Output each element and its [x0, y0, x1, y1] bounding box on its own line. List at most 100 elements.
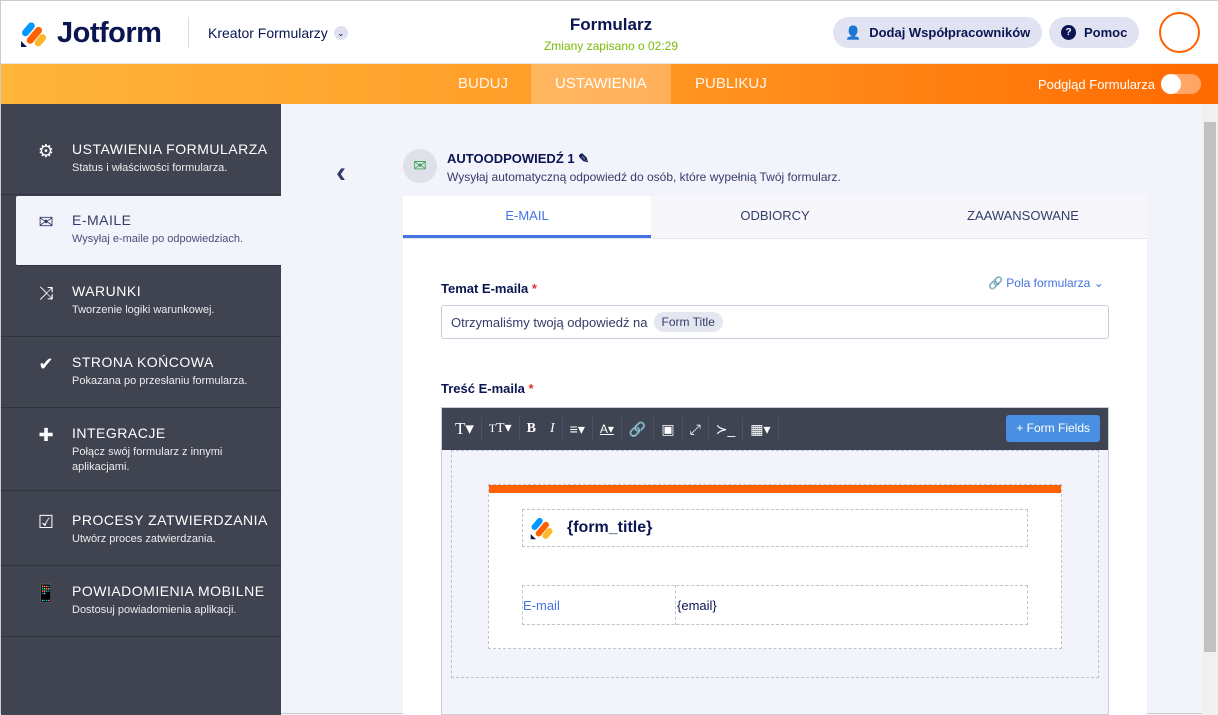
item-desc: Tworzenie logiki warunkowej.: [72, 304, 215, 316]
form-title-chip[interactable]: Form Title: [653, 312, 723, 332]
align-icon[interactable]: ≡▾: [563, 417, 593, 441]
mobile-icon: 📱: [34, 583, 58, 603]
chevron-down-icon: ⌄: [1093, 276, 1104, 290]
content-label: Treść E-maila *: [441, 381, 534, 396]
form-preview-toggle[interactable]: Podgląd Formularza: [1038, 64, 1201, 104]
font-icon[interactable]: T▾: [448, 417, 482, 441]
toggle-switch[interactable]: [1161, 74, 1201, 94]
item-desc: Status i właściwości formularza.: [72, 162, 228, 174]
preview-label: Podgląd Formularza: [1037, 76, 1155, 92]
form-title[interactable]: Formularz: [521, 15, 701, 35]
brand-name: Jotform: [57, 17, 162, 49]
sidebar-item-conditions[interactable]: ⤨ WARUNKI Tworzenie logiki warunkowej.: [1, 267, 281, 337]
approval-icon: ☑: [37, 512, 55, 532]
bold-icon[interactable]: B: [520, 417, 543, 441]
autoresponder-desc: Wysyłaj automatyczną odpowiedź do osób, …: [447, 170, 841, 184]
help-icon: ?: [1061, 25, 1076, 40]
envelope-icon: ✉: [403, 149, 437, 183]
avatar[interactable]: [1159, 12, 1200, 53]
item-title: E-MAILE: [72, 212, 132, 228]
check-circle-icon: ✔: [38, 354, 54, 374]
editor-toolbar: T▾ TT▾ B I ≡▾ A▾ 🔗 ▣ ⤢ ≻_ ▦▾ + Form Fiel…: [442, 408, 1108, 450]
orange-stripe: [489, 485, 1061, 493]
table-icon[interactable]: ▦▾: [743, 417, 779, 441]
sidebar-item-integrations[interactable]: ✚ INTEGRACJE Połącz swój formularz z innym…: [1, 409, 281, 491]
form-fields-button[interactable]: + Form Fields: [1006, 415, 1100, 442]
save-status: Zmiany zapisano o 02:29: [543, 39, 679, 53]
fields-link-label: Pola formularza: [1006, 276, 1091, 290]
shuffle-icon: ⤨: [38, 283, 54, 303]
sidebar-item-thank-you[interactable]: ✔ STRONA KOŃCOWA Pokazana po przesłaniu fo…: [1, 338, 281, 408]
email-editor[interactable]: T▾ TT▾ B I ≡▾ A▾ 🔗 ▣ ⤢ ≻_ ▦▾ + Form Fiel…: [441, 407, 1109, 715]
tab-build[interactable]: BUDUJ: [434, 64, 532, 104]
help-label: Pomoc: [1084, 25, 1128, 40]
tab-advanced[interactable]: ZAAWANSOWANE: [899, 196, 1147, 238]
subject-text: Otrzymaliśmy twoją odpowiedź na: [451, 314, 648, 330]
sidebar-item-approvals[interactable]: ☑ PROCESY ZATWIERDZANIA Utwórz proces zatw…: [1, 496, 281, 566]
collab-label: Dodaj Współpracowników: [869, 25, 1031, 40]
item-title: STRONA KOŃCOWA: [72, 354, 214, 370]
puzzle-icon: ✚: [38, 425, 54, 445]
email-tabs: E-MAIL ODBIORCY ZAAWANSOWANE: [403, 196, 1147, 239]
item-desc: Utwórz proces zatwierdzania.: [72, 533, 216, 545]
help-button[interactable]: ? Pomoc: [1049, 17, 1140, 48]
email-card: E-MAIL ODBIORCY ZAAWANSOWANE Temat E-mai…: [403, 196, 1147, 715]
item-desc: Wysyłaj e-maile po odpowiedziach.: [72, 233, 244, 245]
editor-body[interactable]: {form_title} E-mail {email}: [442, 450, 1108, 714]
add-collaborators-button[interactable]: 👤 Dodaj Współpracowników: [833, 17, 1043, 48]
jotform-logo[interactable]: Jotform: [19, 17, 162, 50]
autoresponder-title[interactable]: AUTOODPOWIEDŹ 1 ✎: [447, 151, 589, 167]
jotform-logo-icon: [529, 514, 555, 547]
field-value: {email}: [677, 598, 717, 613]
item-desc: Połącz swój formularz z innymi aplikacja…: [72, 446, 223, 473]
expand-icon[interactable]: ⤢: [683, 417, 709, 441]
text-color-icon[interactable]: A▾: [593, 417, 622, 441]
tab-email[interactable]: E-MAIL: [403, 196, 651, 238]
sidebar-item-mobile[interactable]: 📱 POWIADOMIENIA MOBILNE Dostosuj powiadomi…: [1, 567, 281, 637]
subject-input[interactable]: Otrzymaliśmy twoją odpowiedź na Form Titl…: [441, 305, 1109, 339]
scrollbar-thumb[interactable]: [1204, 122, 1216, 652]
label-text: Temat E-maila: [441, 281, 529, 296]
item-title: WARUNKI: [72, 283, 142, 299]
email-template: {form_title} E-mail {email}: [488, 484, 1062, 649]
font-size-icon[interactable]: TT▾: [482, 417, 520, 441]
sidebar-item-form-settings[interactable]: ⚙ USTAWIENIA FORMULARZA Status i właściwoś…: [1, 125, 281, 195]
chevron-down-icon: ⌄: [333, 26, 348, 40]
image-icon[interactable]: ▣: [654, 417, 683, 441]
item-title: PROCESY ZATWIERDZANIA: [72, 512, 268, 528]
tab-recipients[interactable]: ODBIORCY: [651, 196, 899, 238]
builder-dropdown[interactable]: Kreator Formularzy ⌄: [208, 25, 348, 41]
top-header: Jotform Kreator Formularzy ⌄ Formularz Zm…: [1, 1, 1218, 64]
tab-publish[interactable]: PUBLIKUJ: [671, 64, 791, 104]
envelope-icon: ✉: [38, 212, 54, 232]
jotform-logo-icon: [21, 21, 47, 47]
link-icon: 🔗: [988, 276, 1003, 290]
user-icon: 👤: [845, 24, 862, 40]
builder-label: Kreator Formularzy: [208, 25, 328, 41]
italic-icon[interactable]: I: [543, 417, 563, 441]
item-title: INTEGRACJE: [72, 425, 166, 441]
settings-sidebar: ⚙ USTAWIENIA FORMULARZA Status i właściwoś…: [1, 104, 281, 715]
title-text: AUTOODPOWIEDŹ 1: [447, 151, 575, 166]
form-fields-dropdown[interactable]: 🔗 Pola formularza ⌄: [988, 276, 1104, 290]
item-desc: Pokazana po przesłaniu formularza.: [72, 375, 248, 387]
label-text: Treść E-maila: [441, 381, 525, 396]
item-title: POWIADOMIENIA MOBILNE: [72, 583, 265, 599]
scrollbar[interactable]: [1202, 104, 1218, 715]
item-desc: Dostosuj powiadomienia aplikacji.: [72, 604, 237, 616]
item-title: USTAWIENIA FORMULARZA: [72, 141, 268, 157]
divider: [188, 17, 189, 48]
gear-icon: ⚙: [37, 141, 55, 161]
main-nav: BUDUJ USTAWIENIA PUBLIKUJ Podgląd Formul…: [1, 64, 1218, 104]
pencil-icon[interactable]: ✎: [578, 151, 589, 166]
required-mark: *: [531, 281, 537, 296]
link-icon[interactable]: 🔗: [622, 417, 655, 441]
subject-label: Temat E-maila *: [441, 281, 537, 296]
tab-settings[interactable]: USTAWIENIA: [531, 64, 671, 104]
back-chevron-icon[interactable]: ‹: [336, 156, 346, 190]
required-mark: *: [528, 381, 534, 396]
field-label: E-mail: [523, 598, 560, 613]
code-icon[interactable]: ≻_: [709, 417, 744, 441]
form-title-tag: {form_title}: [567, 519, 653, 536]
sidebar-item-emails[interactable]: ✉ E-MAILE Wysyłaj e-maile po odpowiedziach…: [16, 196, 281, 266]
